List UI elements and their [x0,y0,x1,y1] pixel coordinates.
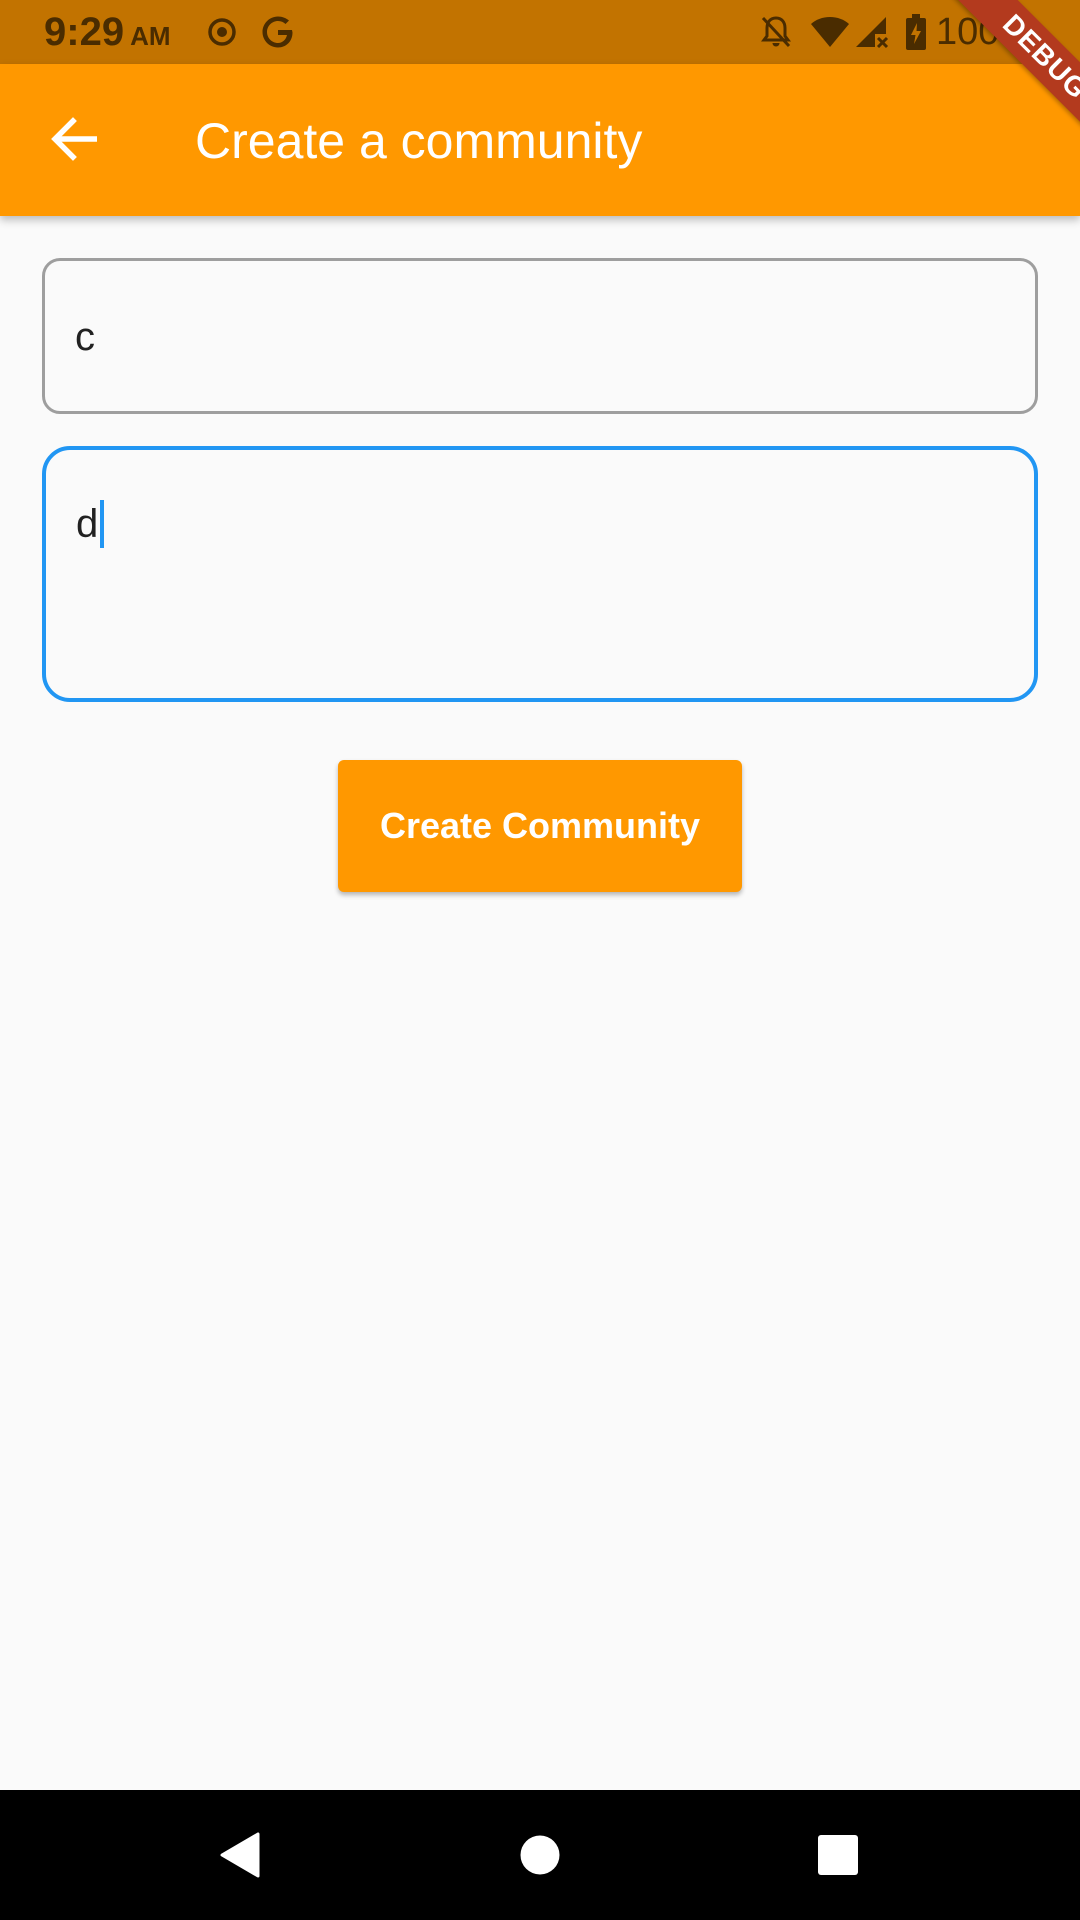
recents-square-icon [817,1834,859,1876]
back-triangle-icon [218,1831,262,1879]
radio-icon [202,10,242,54]
app-bar: Create a community [0,64,1080,216]
notifications-off-icon [756,10,796,54]
nav-home-button[interactable] [470,1790,610,1920]
status-bar: 9:29 AM 100% [0,0,1080,64]
community-description-value: d [76,502,99,546]
status-time-ampm: AM [130,21,171,51]
page-title: Create a community [195,113,643,169]
text-cursor [100,500,105,548]
community-description-field[interactable]: d [42,446,1038,702]
navigation-bar [0,1790,1080,1920]
community-name-value: c [75,315,95,359]
community-description-text: d [76,500,105,548]
back-button[interactable] [30,104,120,174]
nav-recents-button[interactable] [768,1790,908,1920]
status-time-value: 9:29 [44,10,125,54]
create-community-button[interactable]: Create Community [338,760,742,892]
battery-charging-icon [900,10,932,54]
create-community-button-label: Create Community [379,805,701,846]
arrow-back-icon [51,117,99,161]
home-circle-icon [519,1834,561,1876]
google-icon [256,10,300,54]
signal-icon [852,10,892,54]
nav-back-button[interactable] [170,1790,310,1920]
wifi-icon [808,10,852,54]
community-name-field[interactable]: c [42,258,1038,414]
status-time: 9:29 AM [44,10,171,58]
screen: 9:29 AM 100% Create a community DEBUG c … [0,0,1080,1920]
